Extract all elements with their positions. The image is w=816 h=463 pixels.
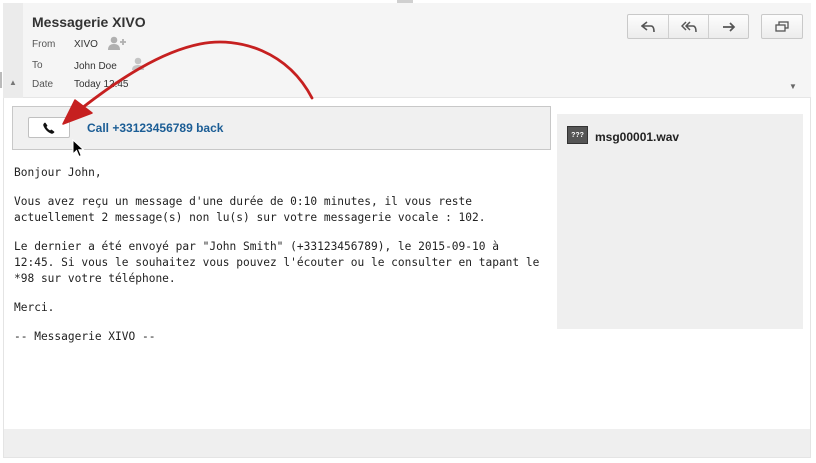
reply-button-group: [627, 14, 749, 39]
attachment-panel: ??? msg00001.wav: [557, 114, 803, 329]
unknown-file-icon: ???: [567, 126, 588, 144]
call-back-link[interactable]: Call +33123456789 back: [87, 121, 223, 135]
date-value: Today 12:45: [74, 79, 129, 90]
message-body: Bonjour John, Vous avez reçu un message …: [14, 165, 544, 358]
reply-button[interactable]: [628, 15, 668, 38]
phone-icon: [43, 122, 55, 134]
body-paragraph-thanks: Merci.: [14, 301, 55, 314]
reply-all-icon: [680, 20, 697, 32]
attachment-file-link[interactable]: msg00001.wav: [595, 130, 679, 144]
add-contact-icon-to[interactable]: [132, 57, 144, 73]
message-footer: [4, 429, 810, 457]
body-signature: -- Messagerie XIVO --: [14, 330, 156, 343]
to-label: To: [32, 60, 43, 71]
forward-button[interactable]: [708, 15, 748, 38]
date-label: Date: [32, 79, 54, 90]
popout-button-group: [761, 14, 803, 39]
reply-all-button[interactable]: [668, 15, 708, 38]
left-edge-marker: [0, 72, 2, 88]
from-value[interactable]: XIVO: [74, 39, 98, 50]
reply-icon: [641, 20, 655, 32]
add-contact-icon[interactable]: [108, 36, 127, 54]
call-button[interactable]: [28, 117, 70, 138]
expand-caret-icon[interactable]: ▼: [789, 82, 797, 91]
collapse-caret-icon[interactable]: ▲: [9, 78, 17, 87]
body-paragraph-summary: Vous avez reçu un message d'une durée de…: [14, 195, 486, 224]
to-value[interactable]: John Doe: [74, 61, 117, 72]
body-paragraph-greeting: Bonjour John,: [14, 166, 102, 179]
forward-icon: [722, 21, 735, 32]
from-label: From: [32, 39, 56, 50]
message-subject: Messagerie XIVO: [32, 14, 146, 30]
body-paragraph-details: Le dernier a été envoyé par "John Smith"…: [14, 240, 540, 285]
call-back-bar: Call +33123456789 back: [12, 106, 551, 150]
open-window-icon: [775, 21, 789, 32]
open-in-window-button[interactable]: [762, 15, 802, 38]
